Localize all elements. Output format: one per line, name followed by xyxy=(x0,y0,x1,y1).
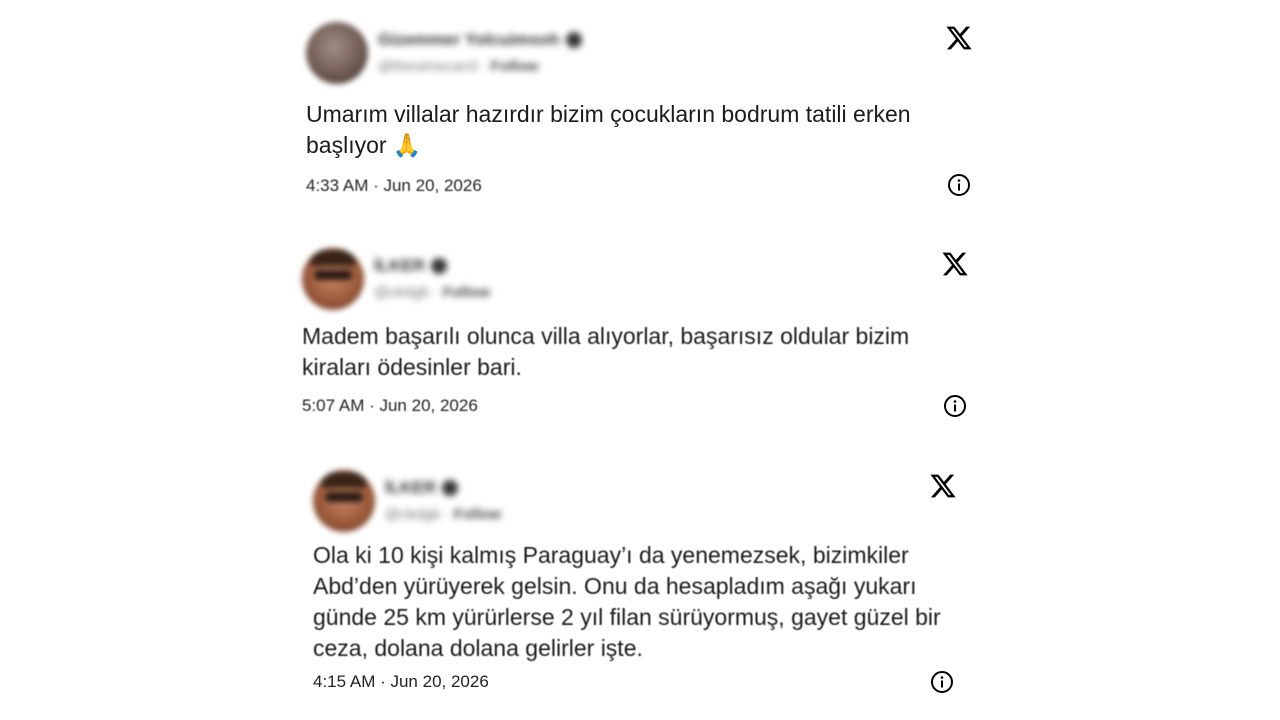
user-name[interactable]: İLKER xyxy=(374,256,490,276)
tweet-timestamp[interactable]: 4:33 AM · Jun 20, 2026 xyxy=(306,176,482,196)
follow-button[interactable]: Follow xyxy=(454,506,502,523)
user-info: Gizemmer Yolcuimsoh @thesimscan3 · Follo… xyxy=(378,30,582,75)
verified-badge-icon xyxy=(565,32,582,48)
tweet-text: Ola ki 10 kişi kalmış Paraguay’ı da yene… xyxy=(313,542,948,661)
avatar[interactable] xyxy=(306,22,368,84)
info-icon[interactable] xyxy=(943,394,967,418)
tweet-text: Madem başarılı olunca villa alıyorlar, b… xyxy=(302,323,916,380)
verified-badge-icon xyxy=(431,258,447,274)
verified-badge-icon xyxy=(442,480,458,496)
info-icon[interactable] xyxy=(947,173,971,197)
x-logo-icon[interactable] xyxy=(929,472,957,500)
follow-button[interactable]: Follow xyxy=(491,58,539,75)
tweet-timestamp[interactable]: 5:07 AM · Jun 20, 2026 xyxy=(302,396,478,416)
user-name-text: İLKER xyxy=(374,256,425,275)
tweet-text: Umarım villalar hazırdır bizim çocukları… xyxy=(306,101,917,158)
avatar[interactable] xyxy=(313,470,375,532)
user-name[interactable]: Gizemmer Yolcuimsoh xyxy=(378,30,582,50)
follow-button[interactable]: Follow xyxy=(443,284,491,301)
info-icon[interactable] xyxy=(930,670,954,694)
x-logo-icon[interactable] xyxy=(945,24,973,52)
x-logo-icon[interactable] xyxy=(941,250,969,278)
user-info: İLKER @ckdgb · Follow xyxy=(374,256,490,301)
user-handle-text: @ckdgb xyxy=(385,506,441,523)
avatar[interactable] xyxy=(302,248,364,310)
user-info: İLKER @ckdgb · Follow xyxy=(385,478,501,523)
user-handle-text: @ckdgb xyxy=(374,284,430,301)
user-name-text: Gizemmer Yolcuimsoh xyxy=(378,30,560,49)
user-handle: @ckdgb · Follow xyxy=(385,506,502,523)
user-name-text: İLKER xyxy=(385,478,436,497)
user-handle: @thesimscan3 · Follow xyxy=(378,58,539,75)
user-handle: @ckdgb · Follow xyxy=(374,284,491,301)
user-handle-text: @thesimscan3 xyxy=(378,58,478,75)
tweet-timestamp[interactable]: 4:15 AM · Jun 20, 2026 xyxy=(313,672,489,692)
user-name[interactable]: İLKER xyxy=(385,478,501,498)
